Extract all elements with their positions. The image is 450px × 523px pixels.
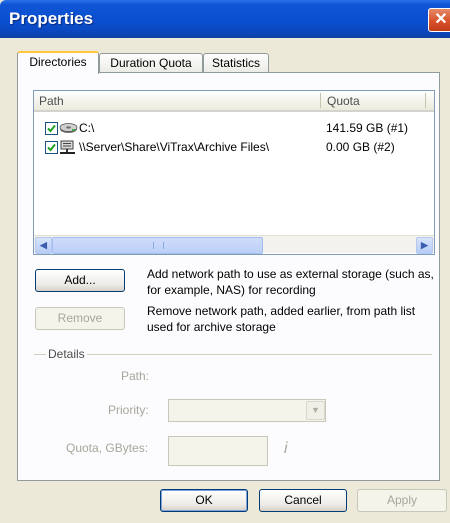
horizontal-scrollbar[interactable]: ◀ ▶ (34, 235, 434, 254)
remove-button-label: Remove (57, 311, 103, 325)
network-drive-icon (59, 140, 78, 155)
info-icon[interactable]: i (284, 440, 288, 458)
row-path: \\Server\Share\ViTrax\Archive Files\ (79, 140, 270, 154)
window-title: Properties (9, 9, 94, 28)
cancel-button-label: Cancel (284, 493, 322, 507)
quota-label: Quota, GBytes: (66, 441, 149, 455)
apply-button-label: Apply (386, 493, 418, 507)
scroll-right-button[interactable]: ▶ (416, 237, 433, 254)
priority-select[interactable]: ▼ (168, 399, 326, 422)
tab-label: Duration Quota (110, 56, 192, 70)
list-item[interactable]: C:\ 141.59 GB (#1) (34, 120, 434, 138)
ok-button-label: OK (195, 493, 213, 507)
row-path: C:\ (79, 121, 95, 135)
quota-input[interactable] (168, 436, 268, 466)
title-bar[interactable]: Properties ✕ (0, 0, 450, 38)
details-group-label: Details (46, 347, 87, 361)
row-quota: 0.00 GB (#2) (326, 140, 395, 154)
add-button[interactable]: Add... (35, 269, 125, 292)
tab-statistics[interactable]: Statistics (203, 53, 269, 72)
path-label: Path: (121, 369, 150, 383)
row-quota: 141.59 GB (#1) (326, 121, 409, 135)
tab-label: Directories (29, 55, 87, 69)
list-header: Path Quota (34, 91, 434, 112)
tab-directories[interactable]: Directories (17, 51, 99, 74)
priority-label: Priority: (108, 403, 149, 417)
remove-description: Remove network path, added earlier, from… (147, 304, 416, 334)
grip-icon (153, 242, 164, 249)
dropdown-button[interactable]: ▼ (306, 401, 325, 420)
column-header-quota[interactable]: Quota (327, 94, 360, 108)
chevron-left-icon: ◀ (40, 240, 47, 250)
add-description: Add network path to use as external stor… (147, 267, 434, 297)
scroll-left-button[interactable]: ◀ (35, 237, 52, 254)
column-header-path[interactable]: Path (39, 94, 64, 108)
close-button[interactable]: ✕ (428, 8, 450, 32)
apply-button[interactable]: Apply (357, 489, 447, 512)
checkmark-icon (47, 124, 56, 133)
column-divider[interactable] (320, 93, 321, 108)
row-checkbox[interactable] (45, 141, 58, 154)
directory-list[interactable]: Path Quota C:\ 141.59 GB (#1) \\Server\S… (33, 90, 435, 255)
row-checkbox[interactable] (45, 122, 58, 135)
remove-button[interactable]: Remove (35, 307, 125, 330)
properties-dialog: Properties ✕ Directories Duration Quota … (0, 0, 450, 523)
chevron-right-icon: ▶ (421, 240, 428, 250)
cancel-button[interactable]: Cancel (259, 489, 347, 512)
add-button-label: Add... (64, 273, 96, 287)
scrollbar-thumb[interactable] (52, 237, 263, 254)
checkmark-icon (47, 143, 56, 152)
ok-button[interactable]: OK (160, 489, 248, 512)
tab-duration-quota[interactable]: Duration Quota (99, 53, 203, 72)
close-icon: ✕ (434, 11, 448, 28)
details-divider (34, 354, 432, 355)
column-divider[interactable] (425, 93, 426, 108)
list-item[interactable]: \\Server\Share\ViTrax\Archive Files\ 0.0… (34, 139, 434, 157)
tab-label: Statistics (211, 56, 260, 70)
chevron-down-icon: ▼ (311, 405, 320, 415)
local-drive-icon (59, 121, 78, 136)
